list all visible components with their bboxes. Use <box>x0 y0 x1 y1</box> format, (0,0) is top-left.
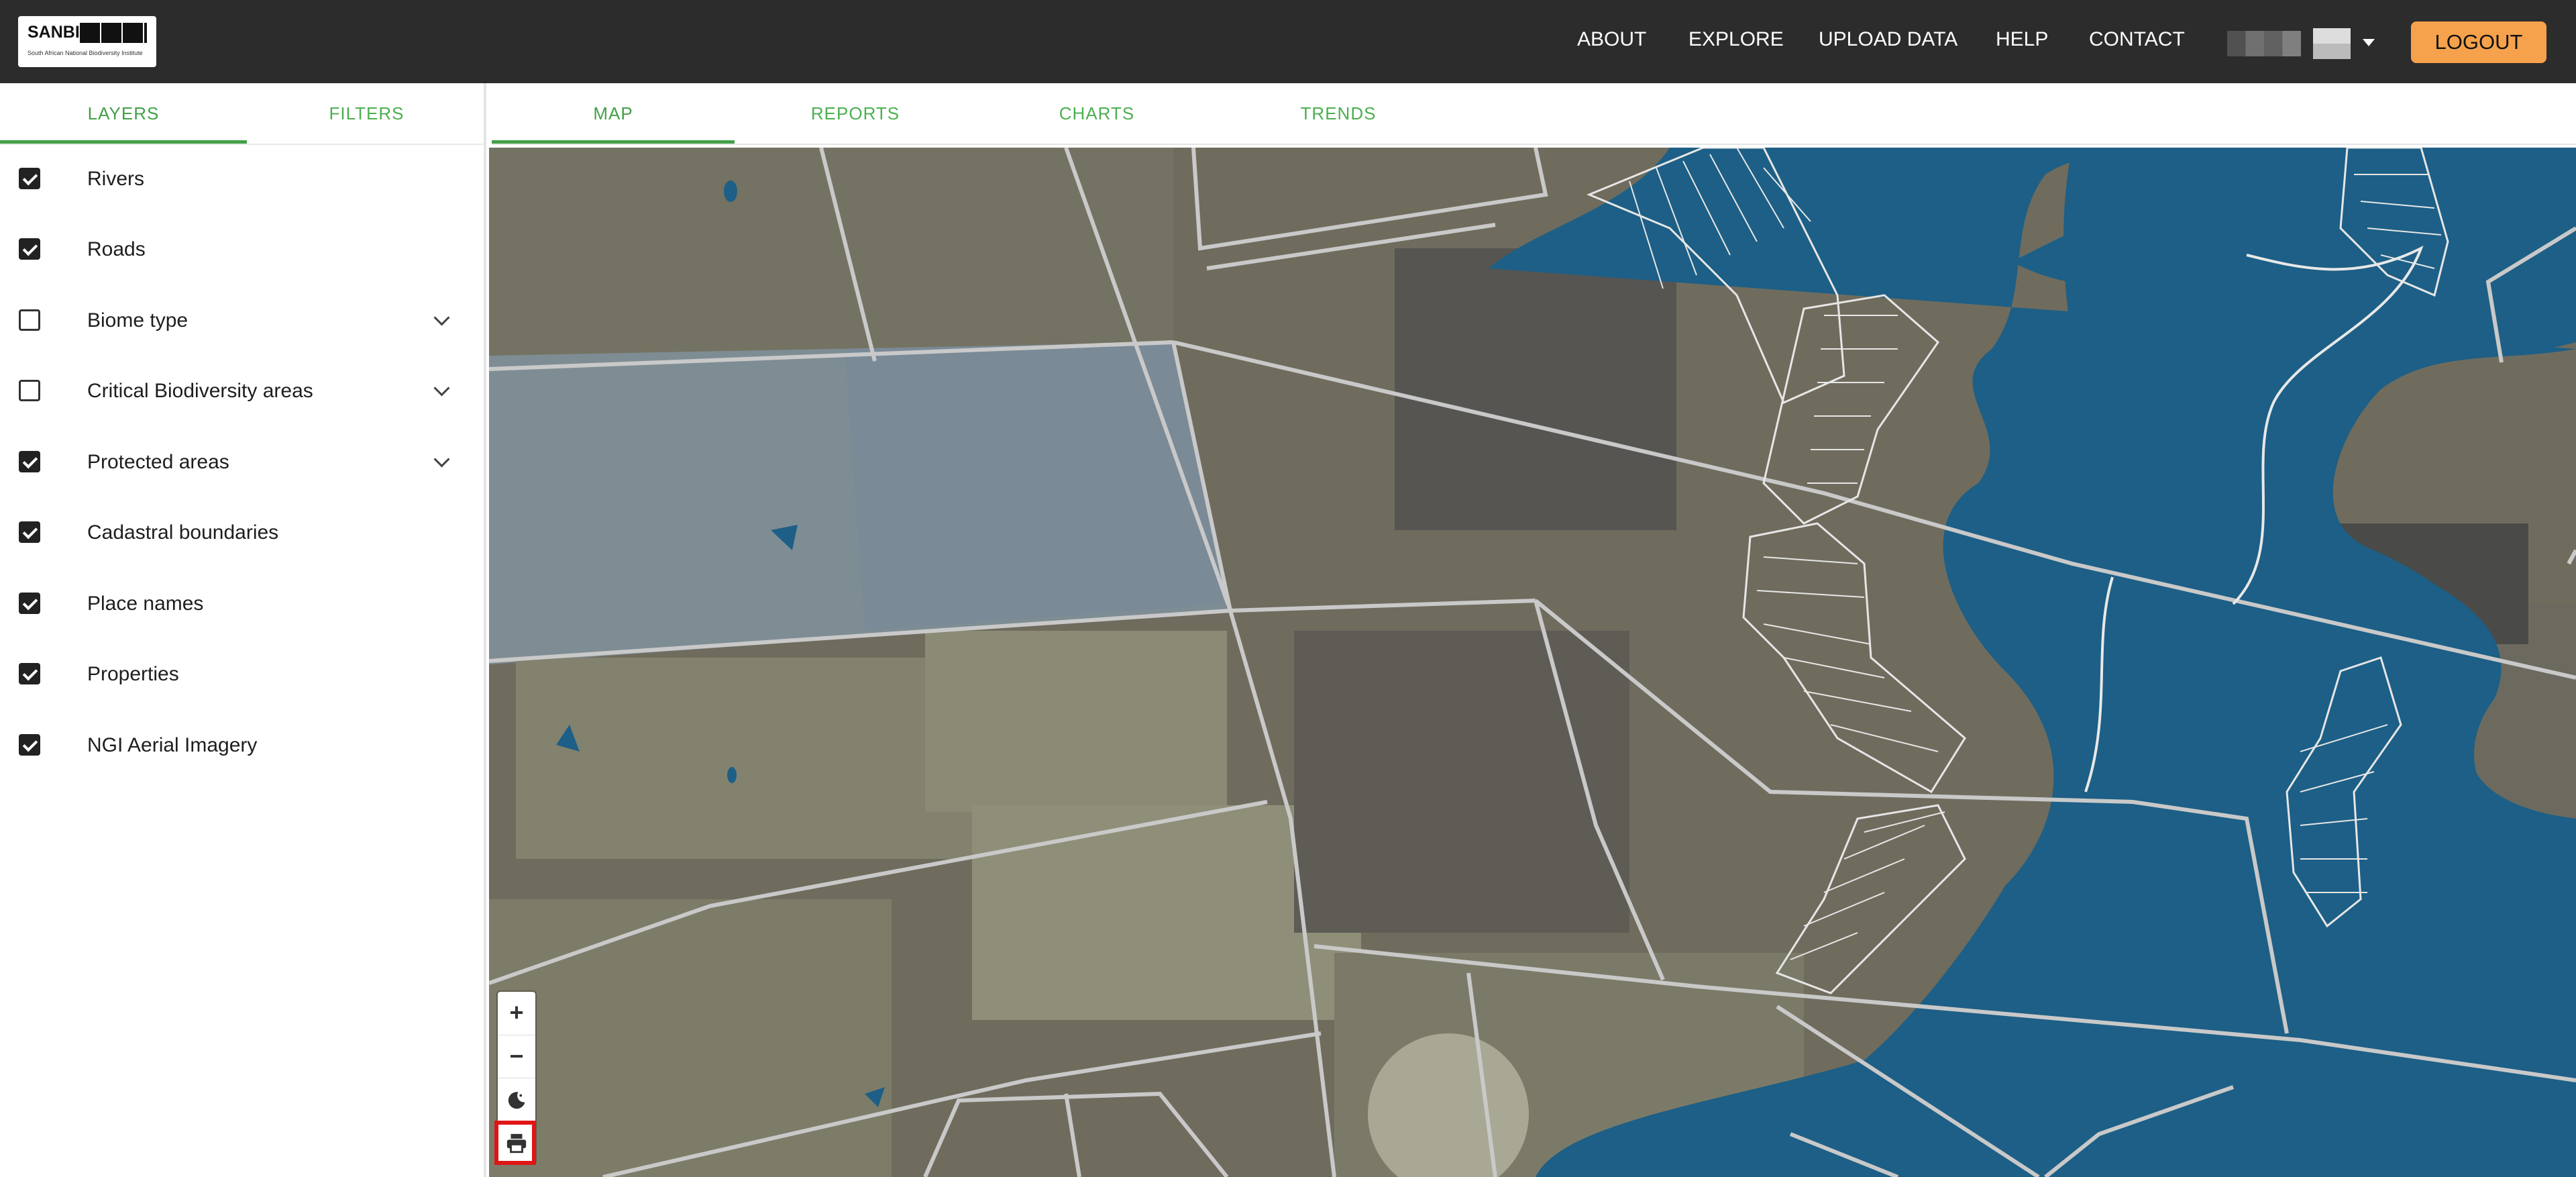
layer-label: Properties <box>87 663 179 685</box>
dark-mode-icon <box>508 1092 525 1109</box>
aerial-imagery <box>489 148 2576 1177</box>
checkbox-ngi-aerial[interactable] <box>19 734 40 756</box>
user-name-redacted[interactable] <box>2227 31 2301 56</box>
checkbox-protected-areas[interactable] <box>19 451 40 472</box>
print-button-highlight <box>494 1121 536 1165</box>
checkbox-roads[interactable] <box>19 238 40 260</box>
layer-label: NGI Aerial Imagery <box>87 734 258 756</box>
layer-label: Roads <box>87 238 146 260</box>
logo-mark-icon <box>80 23 147 43</box>
logo-text: SANBI <box>28 23 80 42</box>
layer-item-protected-areas[interactable]: Protected areas <box>0 428 470 499</box>
tab-reports[interactable]: REPORTS <box>735 83 976 144</box>
layer-item-critical-biodiversity[interactable]: Critical Biodiversity areas <box>0 357 470 427</box>
layer-item-place-names[interactable]: Place names <box>0 570 470 640</box>
chevron-down-icon[interactable] <box>433 309 450 326</box>
nav-contact[interactable]: CONTACT <box>2089 28 2185 51</box>
nav-explore[interactable]: EXPLORE <box>1688 28 1784 51</box>
layer-item-rivers[interactable]: Rivers <box>0 145 470 215</box>
layer-label: Cadastral boundaries <box>87 521 279 544</box>
chevron-down-icon[interactable] <box>2363 39 2375 46</box>
layer-label: Critical Biodiversity areas <box>87 380 313 402</box>
dark-mode-button[interactable] <box>498 1078 535 1120</box>
tab-filters[interactable]: FILTERS <box>247 83 486 144</box>
tab-layers[interactable]: LAYERS <box>0 83 247 144</box>
top-navbar: SANBI South African National Biodiversit… <box>0 0 2576 83</box>
checkbox-cadastral[interactable] <box>19 521 40 543</box>
checkbox-biome-type[interactable] <box>19 309 40 331</box>
zoom-in-button[interactable]: + <box>498 992 535 1033</box>
zoom-out-button[interactable]: − <box>498 1035 535 1077</box>
layer-item-ngi-aerial[interactable]: NGI Aerial Imagery <box>0 711 470 782</box>
sidebar-tabs: LAYERS FILTERS <box>0 83 486 145</box>
chevron-down-icon[interactable] <box>433 380 450 397</box>
nav-about[interactable]: ABOUT <box>1577 28 1646 51</box>
layer-item-cadastral[interactable]: Cadastral boundaries <box>0 499 470 569</box>
layer-label: Place names <box>87 593 204 615</box>
tab-map[interactable]: MAP <box>492 83 735 144</box>
nav-upload-data[interactable]: UPLOAD DATA <box>1819 28 1957 51</box>
checkbox-place-names[interactable] <box>19 593 40 614</box>
layers-sidebar: LAYERS FILTERS Rivers Roads Biome type C… <box>0 83 486 1177</box>
checkbox-properties[interactable] <box>19 663 40 684</box>
tab-trends[interactable]: TRENDS <box>1218 83 1459 144</box>
chevron-down-icon[interactable] <box>433 451 450 468</box>
layer-item-roads[interactable]: Roads <box>0 215 470 286</box>
main-tabs: MAP REPORTS CHARTS TRENDS <box>492 83 2576 145</box>
nav-help[interactable]: HELP <box>1996 28 2048 51</box>
sanbi-logo[interactable]: SANBI South African National Biodiversit… <box>18 16 156 67</box>
logo-tagline: South African National Biodiversity Inst… <box>28 50 143 56</box>
layer-item-properties[interactable]: Properties <box>0 640 470 711</box>
layer-label: Protected areas <box>87 451 229 473</box>
layer-label: Rivers <box>87 168 145 190</box>
avatar[interactable] <box>2313 28 2351 59</box>
tab-charts[interactable]: CHARTS <box>976 83 1218 144</box>
map-canvas[interactable] <box>489 148 2576 1177</box>
checkbox-rivers[interactable] <box>19 168 40 189</box>
layer-item-biome-type[interactable]: Biome type <box>0 287 470 357</box>
logout-button[interactable]: LOGOUT <box>2411 21 2546 63</box>
checkbox-critical-biodiversity[interactable] <box>19 380 40 401</box>
layer-label: Biome type <box>87 309 189 331</box>
